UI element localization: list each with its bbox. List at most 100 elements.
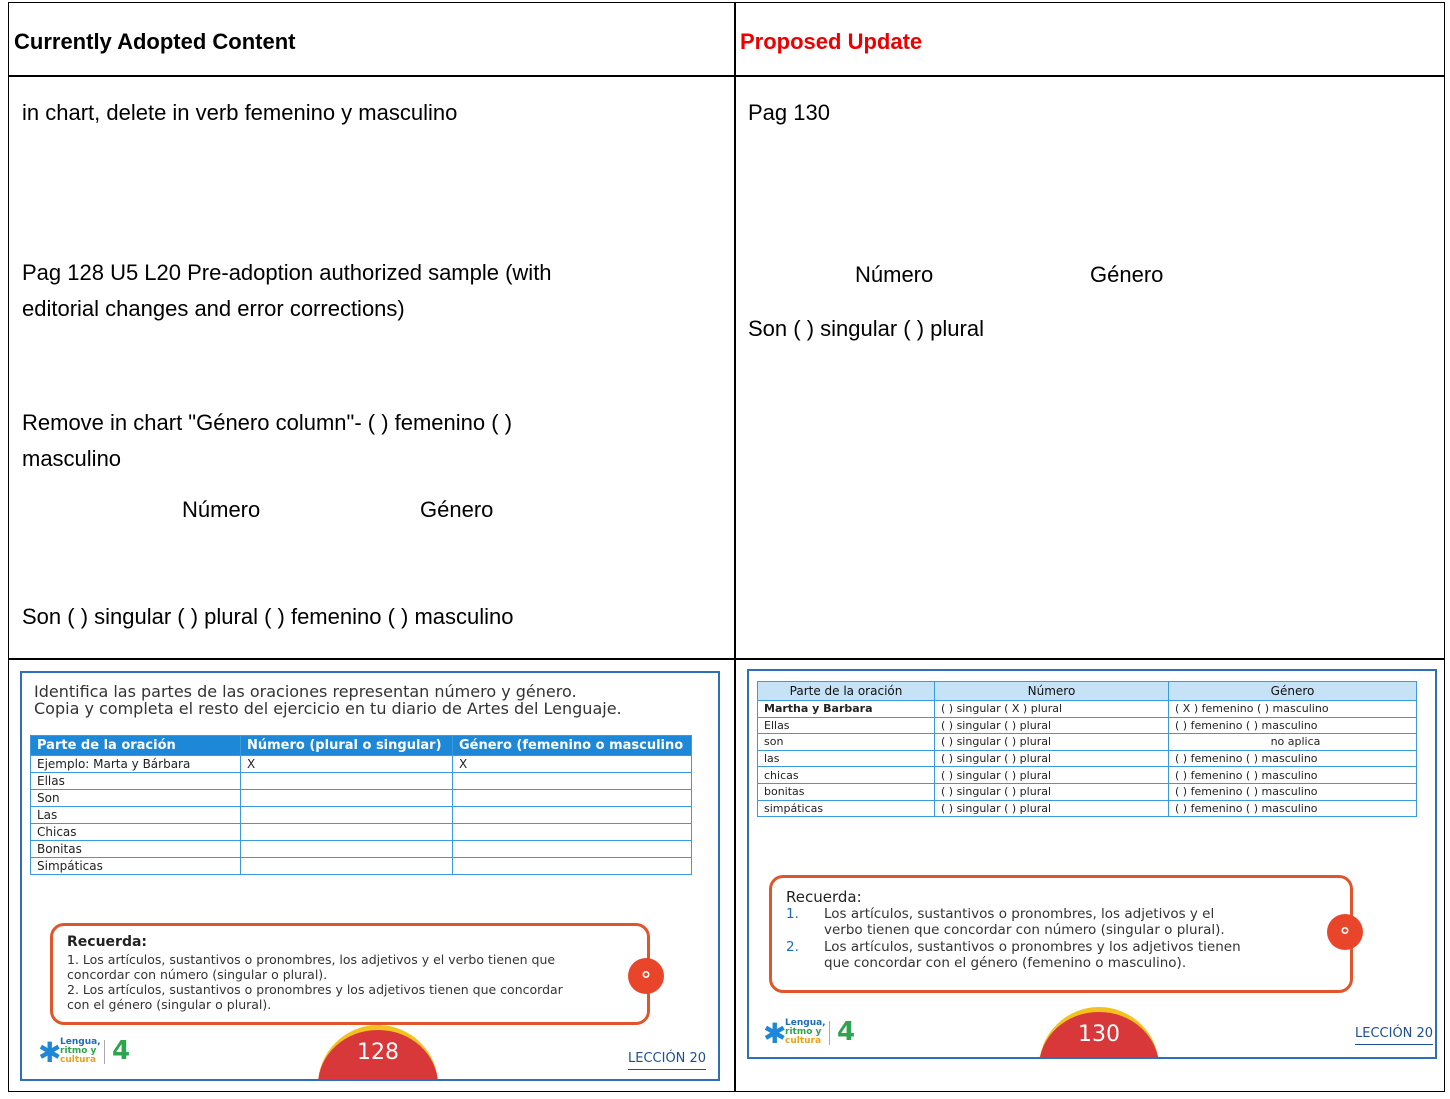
- table-row: simpáticas ( ) singular ( ) plural ( ) f…: [757, 799, 1417, 818]
- table-cell: [240, 857, 453, 875]
- lightbulb-icon: ⚬: [628, 958, 664, 994]
- table-row: Simpáticas: [30, 857, 692, 875]
- lightbulb-icon: ⚬: [1327, 914, 1363, 950]
- leccion-label: LECCIÓN 20: [628, 1051, 707, 1070]
- page128-col-header: Parte de la oración: [30, 735, 241, 756]
- page128-recuerda-line: con el género (singular o plural).: [67, 997, 272, 1012]
- table-row: Bonitas: [30, 840, 692, 858]
- table-row: las ( ) singular ( ) plural ( ) femenino…: [757, 749, 1417, 768]
- left-note-2b: editorial changes and error corrections): [22, 296, 405, 321]
- table-cell: ( ) singular ( ) plural: [934, 733, 1169, 751]
- table-cell: bonitas: [757, 782, 935, 801]
- table-cell: [452, 823, 692, 841]
- table-row: bonitas ( ) singular ( ) plural ( ) feme…: [757, 782, 1417, 801]
- table-cell: [240, 789, 453, 807]
- table-cell: [452, 857, 692, 875]
- page130-table: Parte de la oración Número Género Martha…: [757, 681, 1417, 818]
- grade-number: 4: [112, 1036, 131, 1066]
- header-divider: [9, 75, 1444, 77]
- table-cell: simpáticas: [757, 799, 935, 818]
- table-row: Son: [30, 789, 692, 807]
- table-cell: ( ) singular ( ) plural: [934, 766, 1169, 784]
- left-numero-label: Número: [182, 497, 261, 522]
- page130-recuerda-title: Recuerda:: [786, 888, 862, 906]
- table-row: Ejemplo: Marta y Bárbara X X: [30, 755, 692, 773]
- table-row: chicas ( ) singular ( ) plural ( ) femen…: [757, 766, 1417, 784]
- table-cell: [452, 806, 692, 824]
- page128-instruction-2: Copia y completa el resto del ejercicio …: [34, 699, 622, 718]
- table-cell: [240, 840, 453, 858]
- right-numero-label: Número: [855, 262, 934, 287]
- table-row: Las: [30, 806, 692, 824]
- table-row: Martha y Barbara ( ) singular ( X ) plur…: [757, 700, 1417, 718]
- header-proposed-update: Proposed Update: [740, 29, 923, 54]
- table-cell: ( ) singular ( ) plural: [934, 799, 1169, 818]
- table-cell: [452, 789, 692, 807]
- table-cell: Ejemplo: Marta y Bárbara: [30, 755, 241, 773]
- table-row: son ( ) singular ( ) plural no aplica: [757, 733, 1417, 751]
- table-cell: ( ) femenino ( ) masculino: [1168, 782, 1417, 801]
- page128-table: Parte de la oración Número (plural o sin…: [30, 735, 692, 875]
- left-son-line: Son ( ) singular ( ) plural ( ) femenino…: [22, 604, 514, 629]
- table-cell: las: [757, 749, 935, 768]
- page128-col-header: Número (plural o singular): [240, 735, 453, 756]
- right-genero-label: Género: [1090, 262, 1164, 287]
- page130-recuerda-line: Los artículos, sustantivos o pronombres,…: [824, 906, 1215, 922]
- table-cell: ( ) singular ( ) plural: [934, 716, 1169, 735]
- left-genero-label: Género: [420, 497, 494, 522]
- table-cell: chicas: [757, 766, 935, 784]
- table-cell: Son: [30, 789, 241, 807]
- table-cell: ( ) singular ( X ) plural: [934, 700, 1169, 718]
- table-cell: Bonitas: [30, 840, 241, 858]
- table-cell: ( X ) femenino ( ) masculino: [1168, 700, 1417, 718]
- page130-col-header: Género: [1168, 681, 1417, 701]
- table-cell: [240, 806, 453, 824]
- right-pag-label: Pag 130: [748, 100, 830, 125]
- table-cell: X: [240, 755, 453, 773]
- table-cell: son: [757, 733, 935, 751]
- table-cell: [240, 823, 453, 841]
- table-cell: [452, 840, 692, 858]
- table-cell: ( ) singular ( ) plural: [934, 782, 1169, 801]
- page128-recuerda-line: concordar con número (singular o plural)…: [67, 967, 328, 982]
- table-row: Ellas ( ) singular ( ) plural ( ) femeni…: [757, 716, 1417, 735]
- page-number-badge: 128: [318, 1025, 438, 1079]
- left-note-1: in chart, delete in verb femenino y masc…: [22, 100, 458, 125]
- page130-col-header: Número: [934, 681, 1169, 701]
- grade-number: 4: [837, 1017, 856, 1047]
- page130-recuerda-line: que concordar con el género (femenino o …: [824, 955, 1187, 971]
- table-cell: ( ) femenino ( ) masculino: [1168, 749, 1417, 768]
- page128-recuerda-line: 2. Los artículos, sustantivos o pronombr…: [67, 982, 563, 997]
- table-cell: Ellas: [757, 716, 935, 735]
- row-divider: [9, 658, 1444, 660]
- table-cell: no aplica: [1168, 733, 1417, 751]
- table-cell: ( ) femenino ( ) masculino: [1168, 766, 1417, 784]
- page130-col-header: Parte de la oración: [757, 681, 935, 701]
- left-note-3a: Remove in chart "Género column"- ( ) fem…: [22, 410, 513, 435]
- left-note-3b: masculino: [22, 446, 122, 471]
- page130-recuerda-line: verbo tienen que concordar con número (s…: [824, 922, 1225, 938]
- table-row: Ellas: [30, 772, 692, 790]
- table-cell: Simpáticas: [30, 857, 241, 875]
- table-cell: Martha y Barbara: [757, 700, 935, 718]
- header-current-content: Currently Adopted Content: [14, 29, 296, 54]
- page-128-image: Identifica las partes de las oraciones r…: [20, 671, 720, 1081]
- table-cell: X: [452, 755, 692, 773]
- page128-instruction-1: Identifica las partes de las oraciones r…: [34, 682, 577, 701]
- page-number-badge: 130: [1039, 1007, 1159, 1057]
- table-cell: ( ) singular ( ) plural: [934, 749, 1169, 768]
- page130-recuerda-box: Recuerda: 1. Los artículos, sustantivos …: [769, 875, 1353, 993]
- table-row: Chicas: [30, 823, 692, 841]
- table-cell: Las: [30, 806, 241, 824]
- left-note-2a: Pag 128 U5 L20 Pre-adoption authorized s…: [22, 260, 552, 285]
- page128-recuerda-title: Recuerda:: [67, 934, 148, 950]
- page128-recuerda-line: 1. Los artículos, sustantivos o pronombr…: [67, 952, 556, 967]
- table-cell: [240, 772, 453, 790]
- page128-col-header: Género (femenino o masculino: [452, 735, 692, 756]
- table-cell: [452, 772, 692, 790]
- table-cell: ( ) femenino ( ) masculino: [1168, 799, 1417, 818]
- leccion-label: LECCIÓN 20: [1355, 1026, 1434, 1045]
- table-cell: ( ) femenino ( ) masculino: [1168, 716, 1417, 735]
- right-son-line: Son ( ) singular ( ) plural: [748, 316, 984, 341]
- table-cell: Chicas: [30, 823, 241, 841]
